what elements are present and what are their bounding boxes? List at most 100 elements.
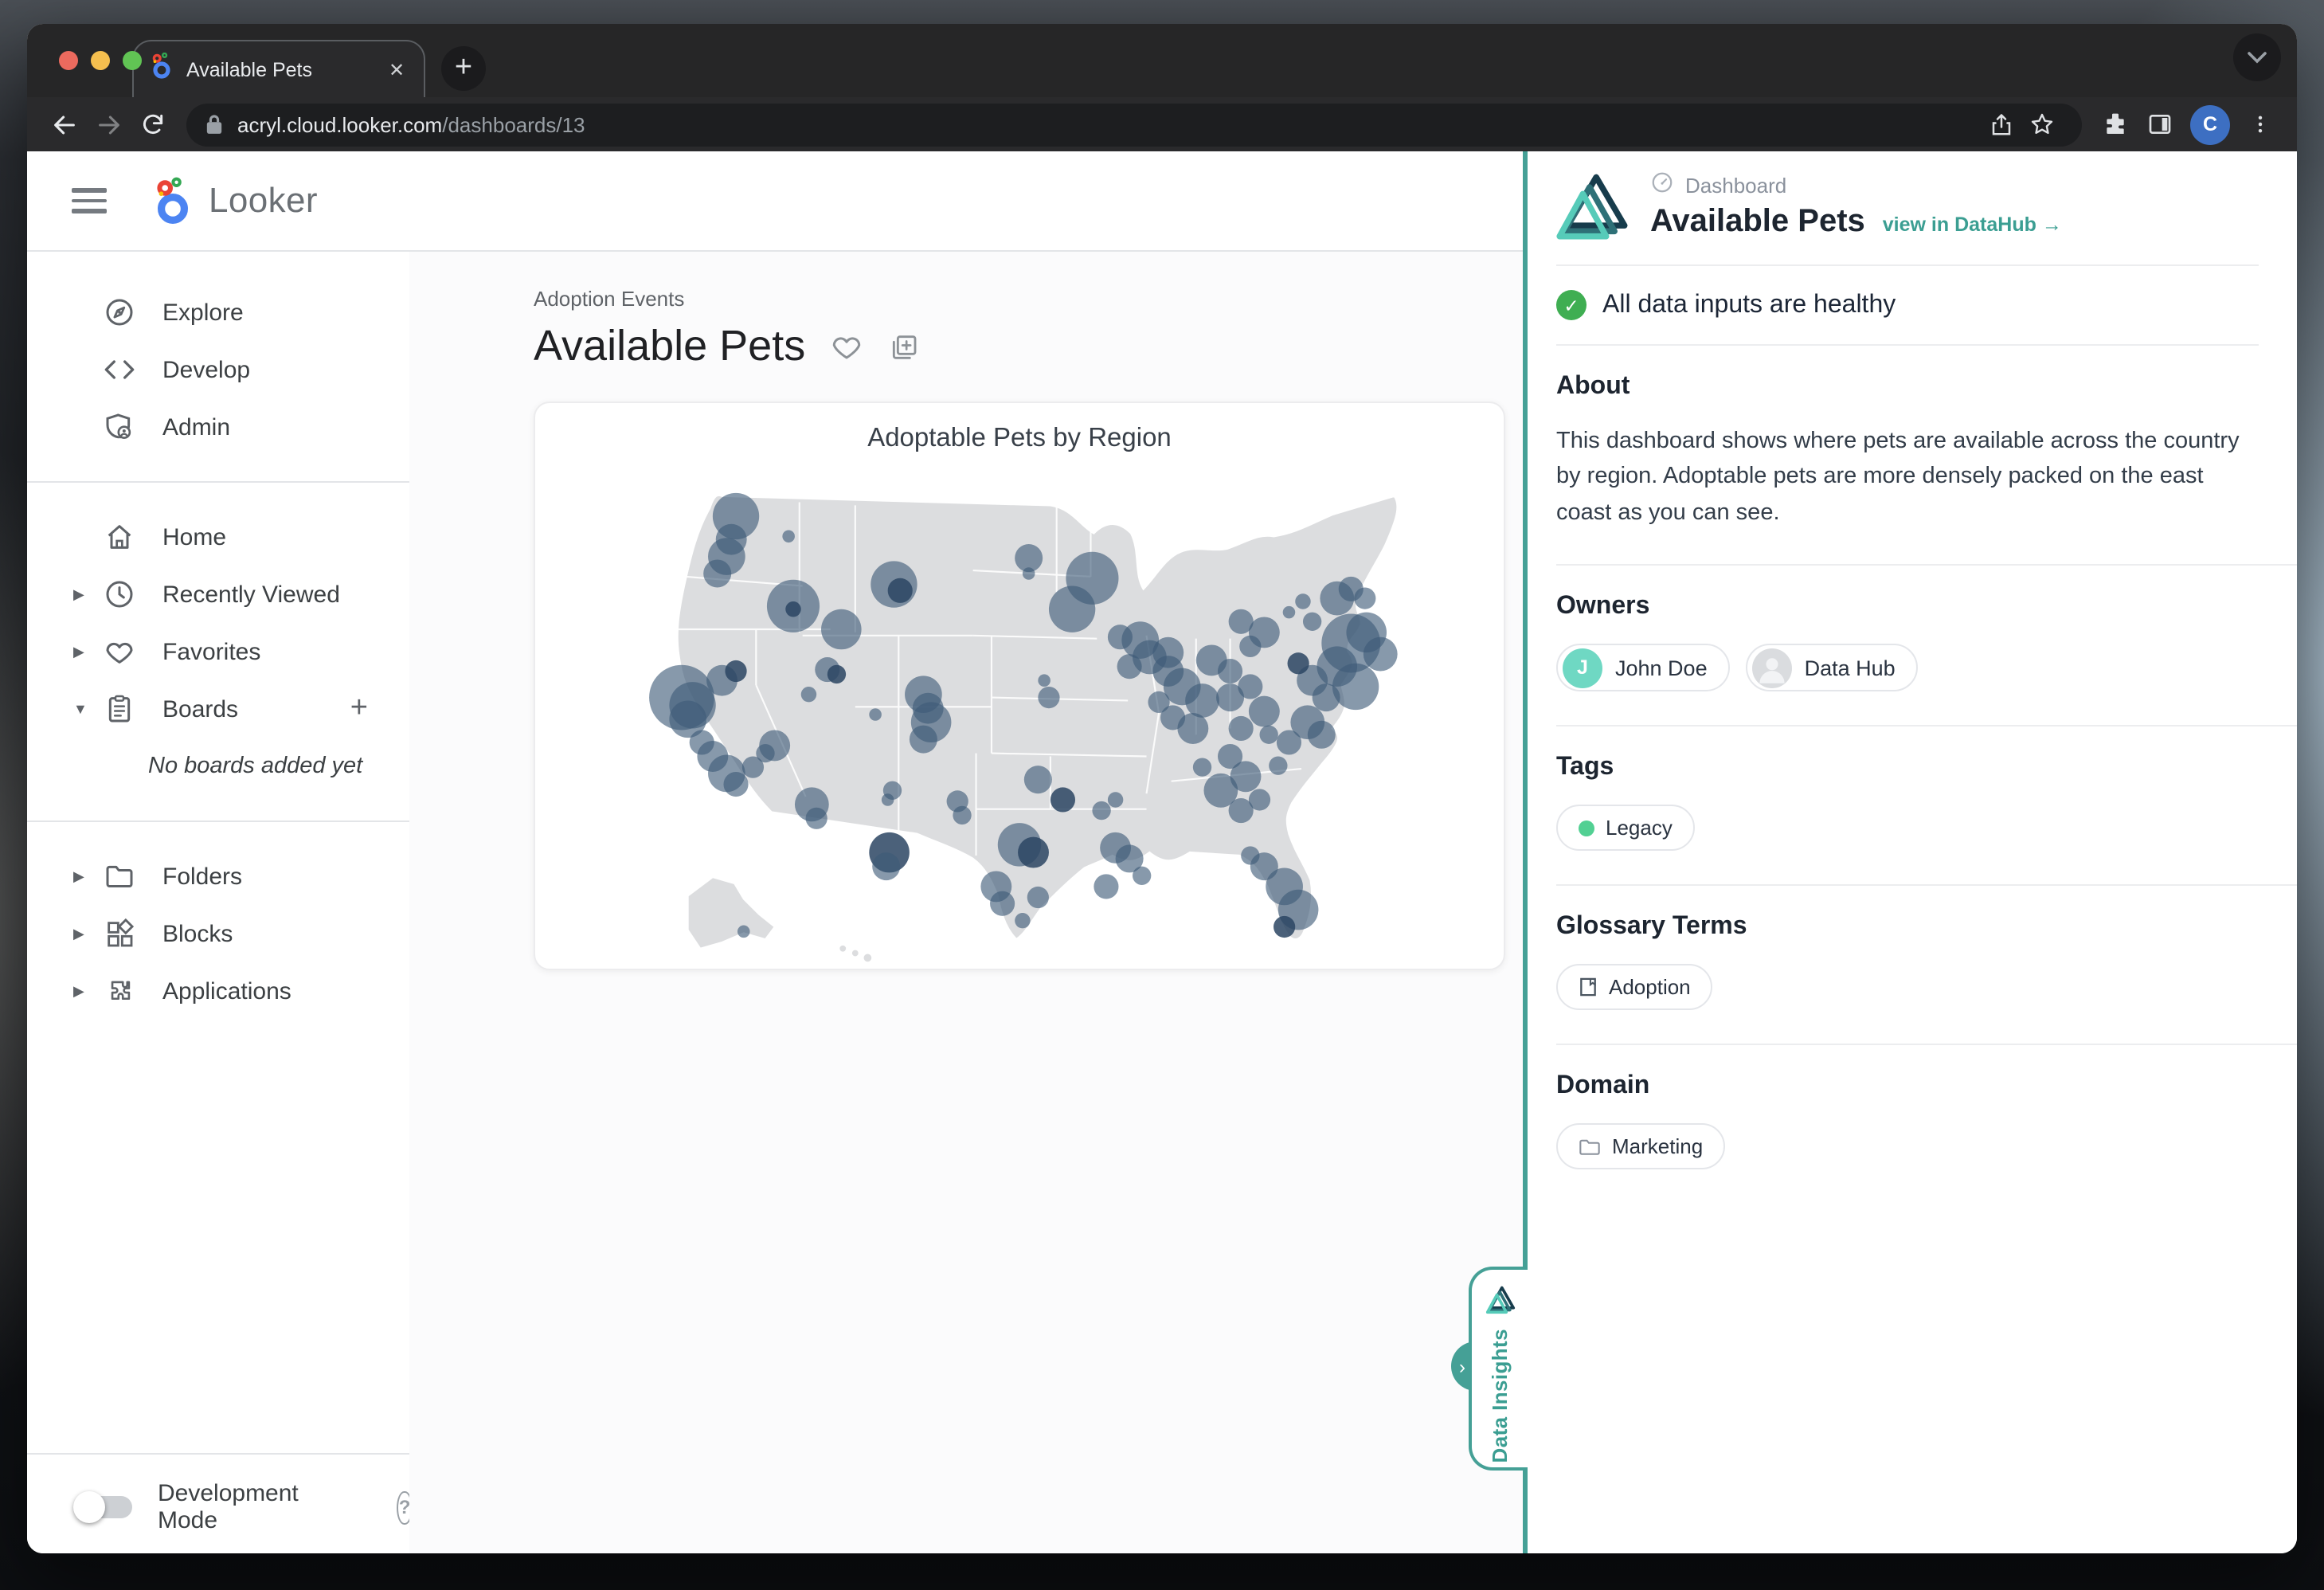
browser-menu-icon[interactable]	[2240, 104, 2281, 145]
sidebar-divider	[27, 820, 409, 822]
owner-chip[interactable]: J John Doe	[1556, 644, 1730, 692]
sidebar-item-explore[interactable]: Explore	[27, 284, 409, 341]
minimize-window-button[interactable]	[91, 51, 110, 70]
sidebar-item-label: Recently Viewed	[162, 581, 340, 608]
data-insights-tab[interactable]: Data Insights	[1469, 1267, 1528, 1471]
glossary-section: Glossary Terms Adoption	[1556, 887, 2297, 1046]
compass-icon	[104, 296, 135, 328]
add-board-icon[interactable]: +	[350, 691, 368, 726]
us-bubble-map	[535, 403, 1504, 969]
shield-person-icon	[104, 411, 135, 443]
health-status-text: All data inputs are healthy	[1602, 291, 1896, 319]
new-tab-button[interactable]: +	[441, 46, 486, 91]
dashboard-gauge-icon	[1650, 170, 1674, 199]
looker-wordmark: Looker	[209, 180, 318, 221]
heart-icon	[104, 636, 135, 668]
tab-title: Available Pets	[186, 58, 370, 80]
owner-name: John Doe	[1615, 656, 1708, 680]
tag-label: Legacy	[1606, 817, 1673, 840]
browser-tab[interactable]: Available Pets ✕	[132, 40, 425, 97]
glossary-term-label: Adoption	[1609, 976, 1691, 1000]
back-button[interactable]	[43, 104, 84, 145]
owners-section: Owners J John Doe Data Hub	[1556, 566, 2297, 727]
hamburger-menu-icon[interactable]	[72, 189, 107, 213]
bookmark-icon	[1579, 977, 1598, 998]
map-tile[interactable]: Adoptable Pets by Region	[534, 401, 1505, 970]
copy-dashboard-icon[interactable]	[886, 331, 918, 362]
sidebar-item-label: Blocks	[162, 920, 233, 947]
sidebar-item-home[interactable]: Home	[27, 508, 409, 566]
folder-icon	[104, 860, 135, 892]
sidebar-item-admin[interactable]: Admin	[27, 398, 409, 456]
sidebar-item-label: Develop	[162, 356, 250, 383]
looker-logo[interactable]: Looker	[151, 176, 318, 225]
sidebar-item-blocks[interactable]: ▶ Blocks	[27, 905, 409, 962]
breadcrumb[interactable]: Adoption Events	[534, 287, 1523, 311]
alaska-shape	[688, 877, 775, 948]
development-mode-row: Development Mode ?	[27, 1471, 409, 1553]
domain-label: Marketing	[1612, 1135, 1703, 1159]
datahub-header: Dashboard Available Pets view in DataHub…	[1556, 151, 2297, 241]
forward-button[interactable]	[88, 104, 129, 145]
looker-favicon	[150, 52, 174, 87]
code-icon	[104, 354, 135, 386]
url-path: /dashboards/13	[442, 112, 585, 136]
about-section: About This dashboard shows where pets ar…	[1556, 346, 2297, 566]
sidebar-item-label: Home	[162, 523, 226, 550]
browser-tabstrip: Available Pets ✕ +	[27, 24, 2297, 97]
extensions-puzzle-icon[interactable]	[2095, 104, 2136, 145]
looker-app: Looker Explore	[27, 151, 1523, 1553]
share-icon[interactable]	[1980, 104, 2021, 145]
window-controls	[59, 51, 142, 70]
map-tile-title: Adoptable Pets by Region	[535, 424, 1504, 454]
datahub-logo-icon	[1484, 1284, 1516, 1314]
favorite-heart-icon[interactable]	[829, 330, 863, 363]
address-bar[interactable]: acryl.cloud.looker.com/dashboards/13	[186, 103, 2082, 146]
sidebar-item-folders[interactable]: ▶ Folders	[27, 848, 409, 905]
health-status-row: ✓ All data inputs are healthy	[1556, 266, 2297, 344]
screen: Available Pets ✕ + acryl.cl	[0, 0, 2324, 1590]
development-mode-label: Development Mode	[158, 1480, 299, 1534]
dashboard-main: Adoption Events Available Pets Adoptab	[409, 252, 1523, 1553]
health-check-icon: ✓	[1556, 290, 1587, 320]
reload-button[interactable]	[132, 104, 174, 145]
domain-heading: Domain	[1556, 1073, 2259, 1102]
domain-chip[interactable]: Marketing	[1556, 1124, 1725, 1170]
browser-window: Available Pets ✕ + acryl.cl	[27, 24, 2297, 1553]
view-in-datahub-link[interactable]: view in DataHub →	[1883, 213, 2062, 236]
tag-chip[interactable]: Legacy	[1556, 805, 1695, 852]
browser-toolbar: acryl.cloud.looker.com/dashboards/13 C	[27, 97, 2297, 151]
tab-close-icon[interactable]: ✕	[382, 55, 411, 84]
url-host: acryl.cloud.looker.com	[237, 112, 442, 136]
owner-name: Data Hub	[1805, 656, 1896, 680]
glossary-term-chip[interactable]: Adoption	[1556, 965, 1713, 1011]
tags-heading: Tags	[1556, 754, 2259, 783]
zoom-window-button[interactable]	[123, 51, 142, 70]
looker-header: Looker	[27, 151, 1523, 252]
sidebar-item-boards[interactable]: ▼ Boards +	[27, 680, 409, 738]
owner-chip[interactable]: Data Hub	[1746, 644, 1918, 692]
sidebar-divider	[27, 481, 409, 483]
close-window-button[interactable]	[59, 51, 78, 70]
sidebar-item-favorites[interactable]: ▶ Favorites	[27, 623, 409, 680]
tab-search-button[interactable]	[2233, 33, 2281, 81]
tag-color-dot	[1579, 820, 1594, 836]
side-panel-icon[interactable]	[2139, 104, 2181, 145]
development-mode-toggle[interactable]	[78, 1496, 132, 1518]
sidebar-item-applications[interactable]: ▶ Applications	[27, 962, 409, 1020]
sidebar-item-develop[interactable]: Develop	[27, 341, 409, 398]
entity-title: Available Pets	[1650, 204, 1865, 241]
owners-heading: Owners	[1556, 593, 2259, 622]
data-insights-label: Data Insights	[1488, 1329, 1512, 1463]
chevron-right-icon: ›	[1459, 1355, 1465, 1377]
lock-icon	[205, 113, 223, 135]
bookmark-star-icon[interactable]	[2021, 104, 2063, 145]
profile-avatar[interactable]: C	[2190, 104, 2230, 144]
owner-avatar: J	[1563, 648, 1602, 688]
sidebar-item-label: Applications	[162, 977, 291, 1005]
domain-section: Domain Marketing	[1556, 1046, 2297, 1204]
entity-type-label: Dashboard	[1685, 173, 1786, 197]
looker-sidebar: Explore Develop Admin	[27, 252, 409, 1553]
sidebar-item-recently-viewed[interactable]: ▶ Recently Viewed	[27, 566, 409, 623]
clipboard-icon	[104, 693, 135, 725]
